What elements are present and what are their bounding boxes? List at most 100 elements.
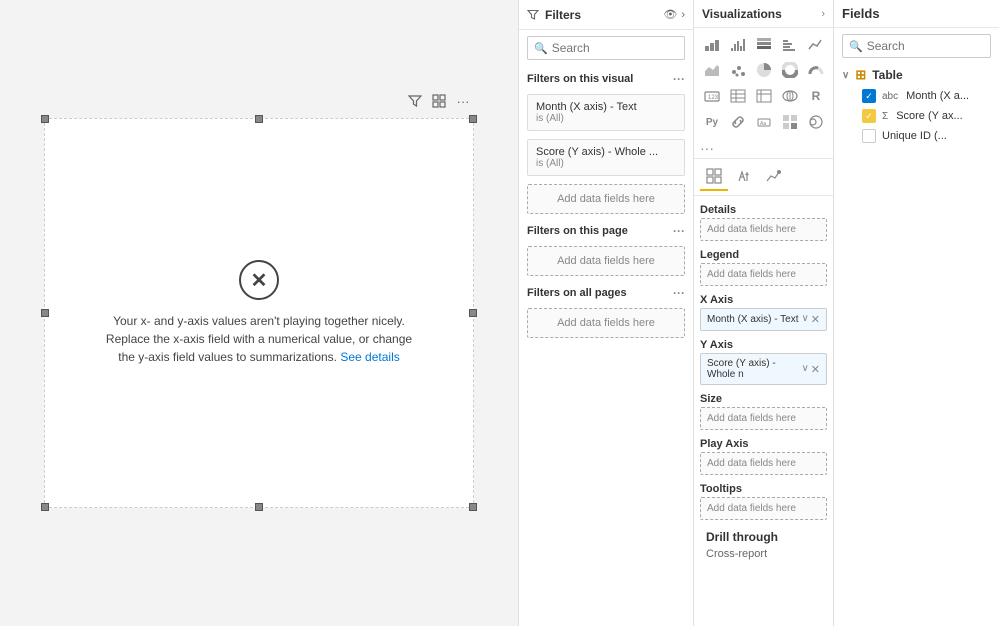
resize-handle-tm[interactable] <box>255 115 263 123</box>
table-name: Table <box>872 68 902 82</box>
filter2-title: Score (Y axis) - Whole ... <box>536 146 676 158</box>
resize-handle-ml[interactable] <box>41 309 49 317</box>
filter-icon[interactable] <box>405 91 425 111</box>
field-row-month[interactable]: ✓ abc Month (X a... <box>834 86 999 106</box>
viz-custom2[interactable] <box>804 110 828 134</box>
section-page-more[interactable]: ··· <box>673 224 685 238</box>
viz-R-icon[interactable]: R <box>804 84 828 108</box>
viz-fields-section: Details Add data fields here Legend Add … <box>694 196 833 566</box>
viz-stacked-bar[interactable] <box>700 32 724 56</box>
field-checkbox-month[interactable]: ✓ <box>862 89 876 103</box>
yaxis-value-field[interactable]: Score (Y axis) - Whole n ∨ ✕ <box>700 353 827 385</box>
field-name-score: Score (Y ax... <box>896 110 962 122</box>
viz-legend-label: Legend <box>700 245 827 263</box>
resize-handle-tr[interactable] <box>469 115 477 123</box>
viz-gauge[interactable] <box>804 58 828 82</box>
viz-expand-icon[interactable]: › <box>821 8 825 20</box>
error-icon: ✕ <box>239 260 279 300</box>
right-panels: Filters 👁 › 🔍 Filters on this visual ···… <box>518 0 999 626</box>
table-icon: ⊞ <box>855 67 866 83</box>
legend-add-field[interactable]: Add data fields here <box>700 263 827 286</box>
viz-matrix[interactable] <box>752 84 776 108</box>
filter-section-page: Filters on this page ··· <box>519 218 693 242</box>
viz-area-chart[interactable] <box>700 58 724 82</box>
viz-details-label: Details <box>700 200 827 218</box>
viz-scatter-chart[interactable] <box>726 58 750 82</box>
xaxis-remove[interactable]: ✕ <box>811 313 820 326</box>
section-all-more[interactable]: ··· <box>673 286 685 300</box>
viz-100-bar[interactable] <box>752 32 776 56</box>
filter-item-month[interactable]: Month (X axis) - Text is (All) <box>527 94 685 131</box>
viz-more-icons[interactable]: ··· <box>694 138 833 158</box>
resize-handle-bm[interactable] <box>255 503 263 511</box>
see-details-link[interactable]: See details <box>340 350 399 364</box>
fields-search-input[interactable] <box>867 39 999 53</box>
yaxis-value-text: Score (Y axis) - Whole n <box>707 358 801 380</box>
filter-item-score[interactable]: Score (Y axis) - Whole ... is (All) <box>527 139 685 176</box>
filters-header: Filters 👁 › <box>519 0 693 30</box>
viz-pie-chart[interactable] <box>752 58 776 82</box>
filter2-value: is (All) <box>536 158 676 169</box>
tooltips-add-field[interactable]: Add data fields here <box>700 497 827 520</box>
table-header[interactable]: ∨ ⊞ Table <box>834 64 999 86</box>
viz-map[interactable] <box>778 84 802 108</box>
field-row-uniqueid[interactable]: Unique ID (... <box>834 126 999 146</box>
viz-custom1[interactable] <box>778 110 802 134</box>
filters-search-input[interactable] <box>552 41 694 55</box>
filters-search-box[interactable]: 🔍 <box>527 36 685 60</box>
add-data-page[interactable]: Add data fields here <box>527 246 685 276</box>
viz-title: Visualizations <box>702 7 782 21</box>
resize-handle-br[interactable] <box>469 503 477 511</box>
viz-tabs <box>694 158 833 196</box>
visual-toolbar: ··· <box>405 91 473 111</box>
fields-title: Fields <box>834 0 999 28</box>
field-row-score[interactable]: ✓ Σ Score (Y ax... <box>834 106 999 126</box>
viz-line-chart[interactable] <box>804 32 828 56</box>
field-text-icon-month: abc <box>882 91 898 102</box>
visual-container[interactable]: ··· ✕ Your x- and y-axis values aren't p… <box>44 118 474 508</box>
filters-eye-icon[interactable]: 👁 <box>663 8 677 21</box>
viz-link[interactable] <box>726 110 750 134</box>
viz-tooltips-label: Tooltips <box>700 479 827 497</box>
viz-clustered-bar[interactable] <box>726 32 750 56</box>
resize-handle-bl[interactable] <box>41 503 49 511</box>
add-data-visual[interactable]: Add data fields here <box>527 184 685 214</box>
xaxis-dropdown[interactable]: ∨ <box>801 313 808 326</box>
filters-panel: Filters 👁 › 🔍 Filters on this visual ···… <box>519 0 694 626</box>
viz-text[interactable]: Aa <box>752 110 776 134</box>
field-checkbox-uniqueid[interactable] <box>862 129 876 143</box>
viz-panel: Visualizations › <box>694 0 834 626</box>
add-data-all[interactable]: Add data fields here <box>527 308 685 338</box>
field-checkbox-score[interactable]: ✓ <box>862 109 876 123</box>
viz-python[interactable]: Py <box>700 110 724 134</box>
viz-card[interactable]: 123 <box>700 84 724 108</box>
field-name-uniqueid: Unique ID (... <box>882 130 947 142</box>
xaxis-value-field[interactable]: Month (X axis) - Text ∨ ✕ <box>700 308 827 331</box>
tab-fields[interactable] <box>700 163 728 191</box>
size-add-label: Add data fields here <box>707 413 796 424</box>
yaxis-remove[interactable]: ✕ <box>811 363 820 376</box>
tab-analytics[interactable] <box>760 163 788 191</box>
focus-mode-icon[interactable] <box>429 91 449 111</box>
xaxis-value-text: Month (X axis) - Text <box>707 314 799 325</box>
tab-format[interactable] <box>730 163 758 191</box>
section-visual-more[interactable]: ··· <box>673 72 685 86</box>
filters-expand-icon[interactable]: › <box>681 9 685 21</box>
resize-handle-mr[interactable] <box>469 309 477 317</box>
resize-handle-tl[interactable] <box>41 115 49 123</box>
fields-search-box[interactable]: 🔍 <box>842 34 991 58</box>
field-name-month: Month (X a... <box>906 90 969 102</box>
size-add-field[interactable]: Add data fields here <box>700 407 827 430</box>
yaxis-dropdown[interactable]: ∨ <box>801 363 808 376</box>
viz-play-axis-label: Play Axis <box>700 434 827 452</box>
table-expand-icon[interactable]: ∨ <box>842 70 849 81</box>
svg-text:Aa: Aa <box>760 121 766 127</box>
play-axis-add-label: Add data fields here <box>707 458 796 469</box>
viz-bar-chart[interactable] <box>778 32 802 56</box>
details-add-field[interactable]: Add data fields here <box>700 218 827 241</box>
more-options-icon[interactable]: ··· <box>453 91 473 111</box>
viz-donut-chart[interactable] <box>778 58 802 82</box>
section-page-label: Filters on this page <box>527 225 628 237</box>
viz-table[interactable] <box>726 84 750 108</box>
play-axis-add-field[interactable]: Add data fields here <box>700 452 827 475</box>
